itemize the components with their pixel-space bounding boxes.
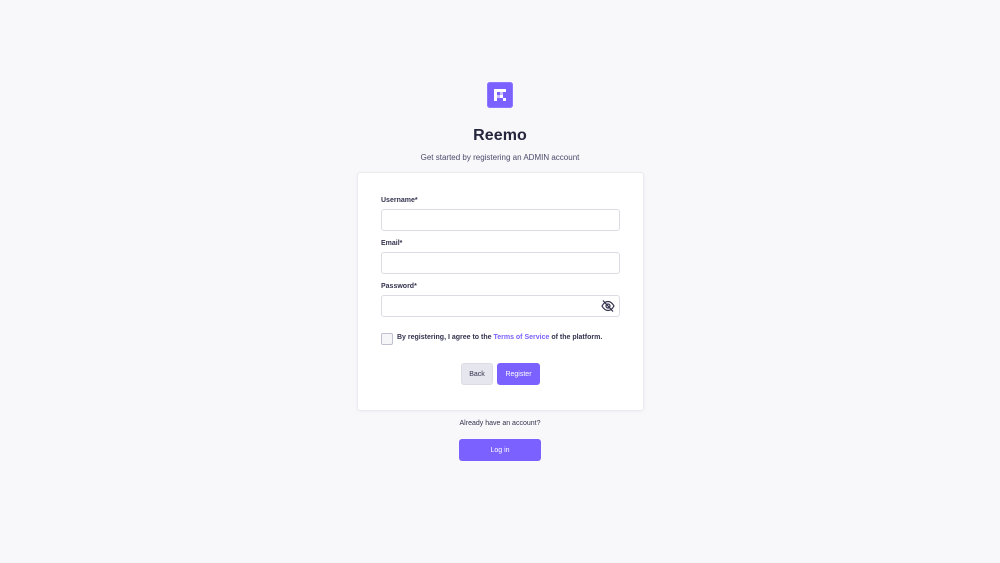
- already-have-account-text: Already have an account?: [459, 420, 541, 427]
- password-label: Password*: [381, 283, 417, 290]
- back-button[interactable]: Back: [461, 363, 493, 385]
- terms-suffix: of the platform.: [549, 334, 603, 341]
- terms-prefix: By registering, I agree to the: [397, 334, 494, 341]
- terms-text: By registering, I agree to the Terms of …: [397, 334, 602, 341]
- username-input[interactable]: [381, 209, 620, 231]
- username-label: Username*: [381, 197, 418, 204]
- login-button[interactable]: Log in: [459, 439, 541, 461]
- password-input[interactable]: [381, 295, 620, 317]
- reemo-logo-icon: [487, 82, 513, 108]
- terms-of-service-link[interactable]: Terms of Service: [493, 334, 549, 341]
- email-input[interactable]: [381, 252, 620, 274]
- terms-checkbox[interactable]: [381, 333, 393, 345]
- registration-card: Username* Email* Password* By registerin…: [357, 172, 644, 411]
- email-label: Email*: [381, 240, 403, 247]
- app-title: Reemo: [473, 127, 527, 144]
- eye-off-icon[interactable]: [601, 299, 615, 312]
- page-subtitle: Get started by registering an ADMIN acco…: [420, 153, 580, 162]
- register-page: Reemo Get started by registering an ADMI…: [0, 0, 1000, 563]
- register-button[interactable]: Register: [497, 363, 540, 385]
